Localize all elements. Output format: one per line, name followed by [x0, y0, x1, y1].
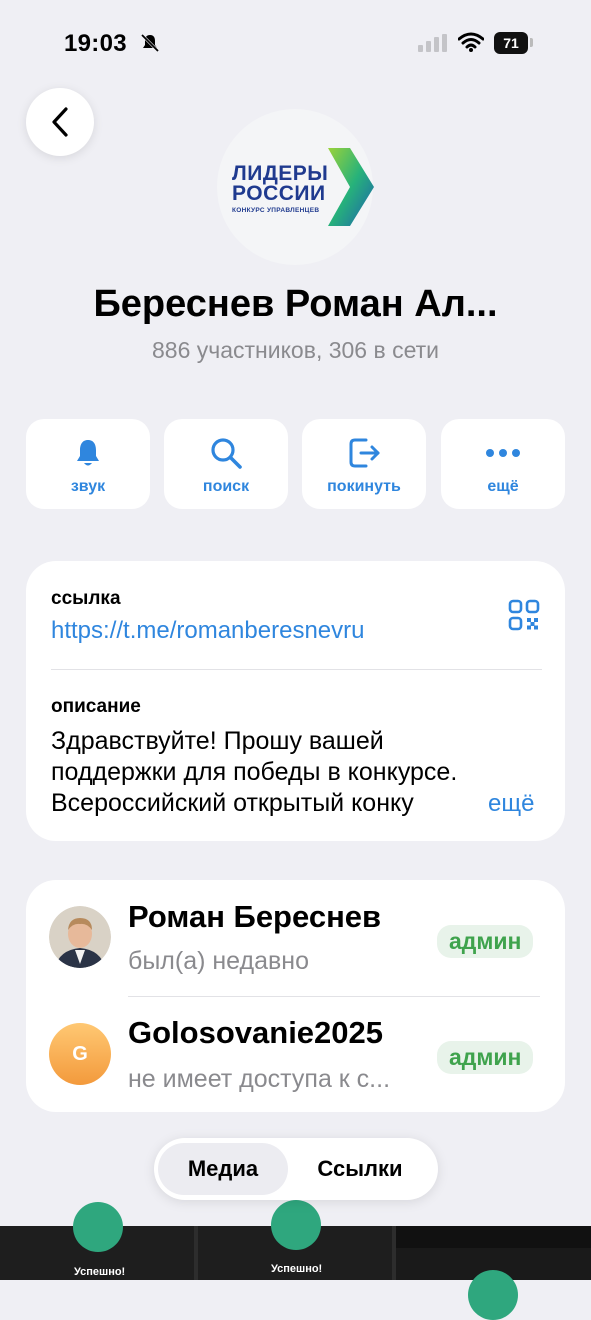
- member-status: был(а) недавно: [128, 947, 310, 975]
- invite-link[interactable]: https://t.me/romanberesnevru: [51, 617, 364, 645]
- member-name: Роман Береснев: [128, 899, 382, 934]
- tab-links[interactable]: Ссылки: [296, 1156, 424, 1182]
- more-icon: [486, 449, 520, 457]
- back-button[interactable]: [26, 88, 94, 156]
- member-avatar: G: [49, 1023, 111, 1085]
- thumb-caption: Успешно!: [74, 1266, 126, 1278]
- battery-level: 71: [503, 35, 519, 51]
- member-initial: G: [72, 1042, 88, 1065]
- bell-icon: [77, 440, 99, 466]
- leave-icon: [349, 438, 380, 468]
- description-line-1: Здравствуйте! Прошу вашей: [51, 727, 384, 755]
- media-thumbnail[interactable]: Успешно!: [198, 1200, 392, 1280]
- more-label: ещё: [487, 478, 519, 495]
- search-icon: [211, 438, 242, 469]
- logo-line2: РОССИИ: [232, 182, 326, 205]
- admin-badge: админ: [437, 925, 534, 958]
- search-button[interactable]: поиск: [164, 419, 288, 509]
- member-avatar: [49, 906, 111, 968]
- tab-media[interactable]: Медиа: [158, 1156, 288, 1182]
- search-label: поиск: [202, 478, 250, 495]
- info-divider: [51, 669, 542, 670]
- description-line-2: поддержки для победы в конкурсе.: [51, 758, 458, 786]
- bell-muted-icon: [140, 33, 160, 53]
- description-more-link[interactable]: ещё: [488, 790, 534, 818]
- more-button[interactable]: ещё: [441, 419, 565, 509]
- sound-button[interactable]: звук: [26, 419, 150, 509]
- signal-icon: [418, 34, 447, 52]
- media-thumbnail[interactable]: [396, 1226, 591, 1320]
- checkmark-icon: [271, 1200, 321, 1250]
- logo-line3: КОНКУРС УПРАВЛЕНЦЕВ: [232, 207, 320, 214]
- wifi-icon: [458, 32, 484, 52]
- member-status: не имеет доступа к с...: [128, 1065, 391, 1093]
- chevron-left-icon: [52, 107, 68, 137]
- leave-button[interactable]: покинуть: [302, 419, 426, 509]
- sound-label: звук: [70, 478, 106, 495]
- checkmark-icon: [468, 1270, 518, 1320]
- battery-icon: 71: [494, 32, 528, 54]
- battery-tip: [530, 38, 533, 47]
- leave-label: покинуть: [327, 478, 401, 495]
- chat-subtitle: 886 участников, 306 в сети: [151, 337, 440, 363]
- checkmark-icon: [73, 1202, 123, 1252]
- link-label: ссылка: [51, 588, 121, 609]
- admin-badge: админ: [437, 1041, 534, 1074]
- thumb-caption: Успешно!: [271, 1263, 323, 1275]
- member-name: Golosovanie2025: [128, 1015, 384, 1050]
- qr-code-icon[interactable]: [508, 599, 540, 631]
- description-label: описание: [51, 696, 141, 717]
- status-time: 19:03: [64, 30, 127, 57]
- media-thumbnail[interactable]: Успешно!: [0, 1202, 194, 1280]
- chat-title: Береснев Роман Ал...: [93, 283, 498, 325]
- description-line-3: Всероссийский открытый конку: [51, 789, 414, 817]
- logo-chevron-icon: [328, 148, 374, 226]
